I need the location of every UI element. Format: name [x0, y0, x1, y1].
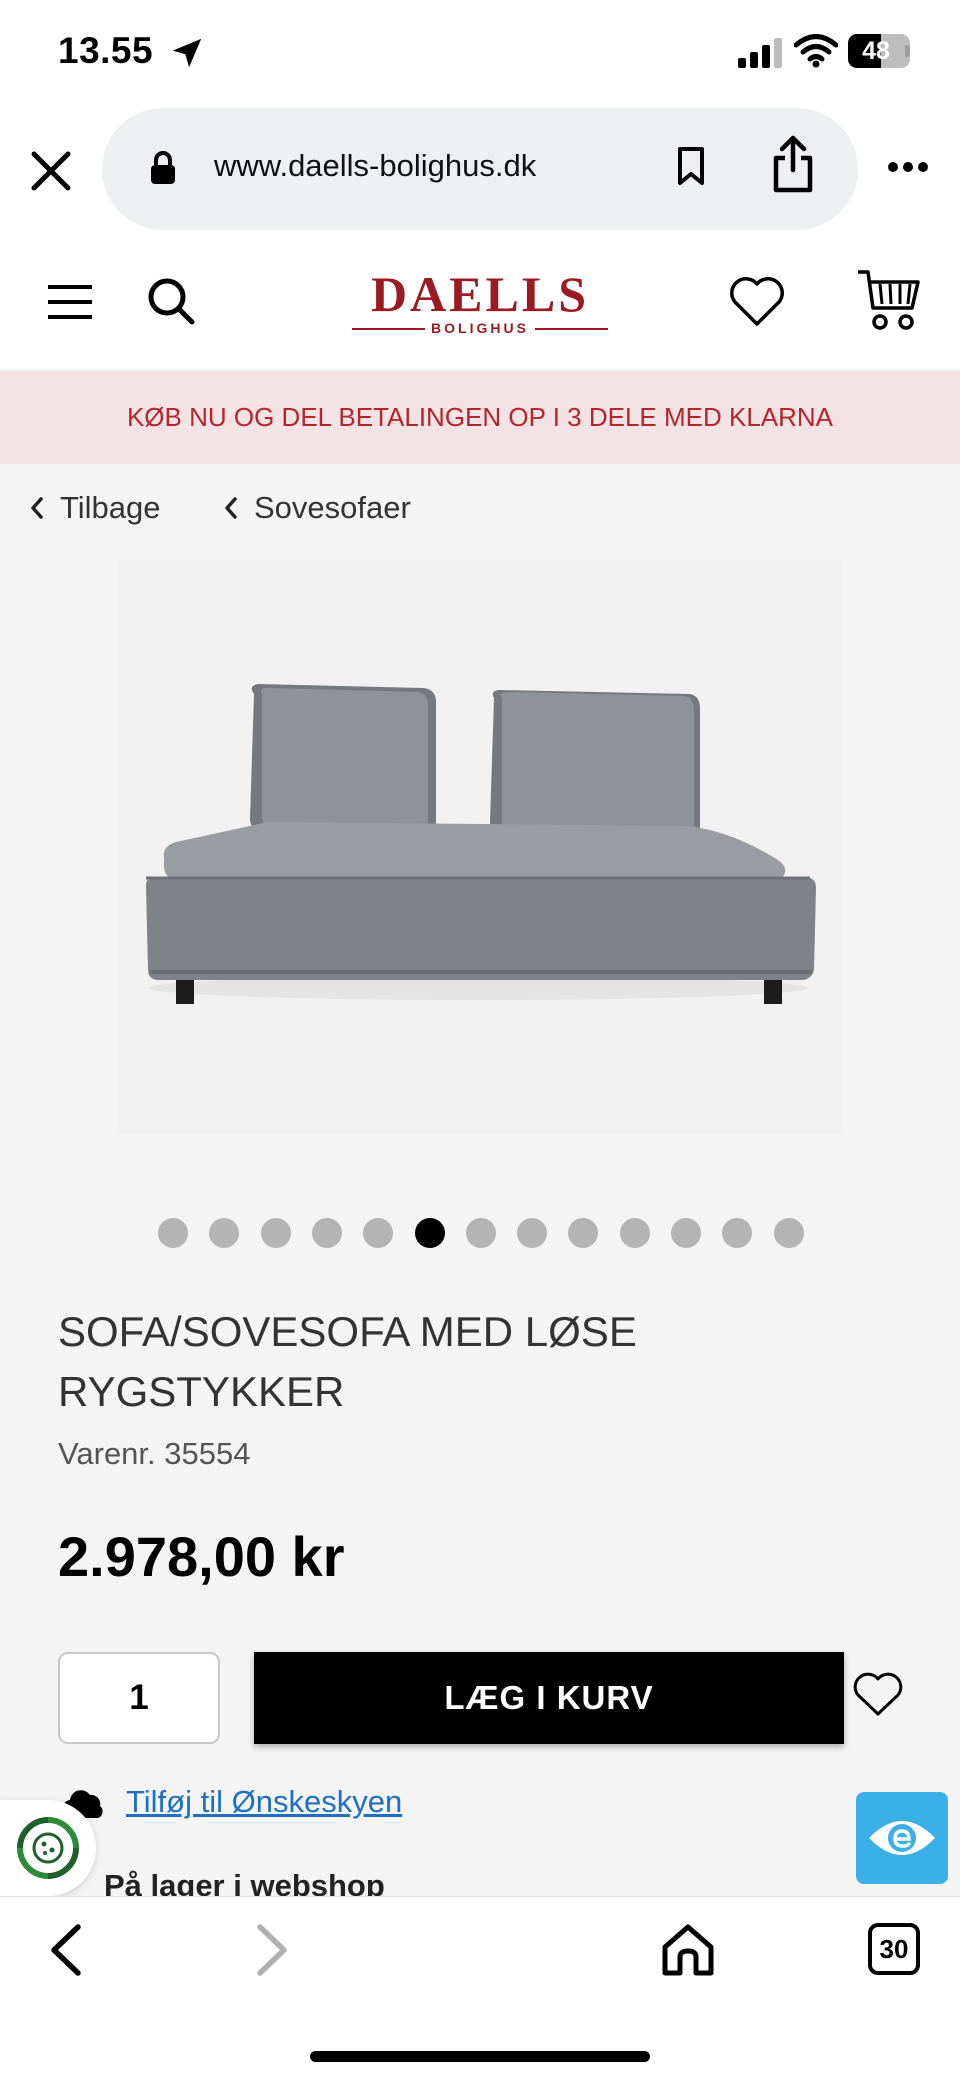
carousel-dot[interactable] [568, 1218, 599, 1248]
status-time: 13.55 [58, 30, 154, 71]
browser-toolbar: 30 [0, 1896, 960, 2078]
eye-icon [869, 1821, 935, 1855]
wishlist-link[interactable]: Tilføj til Ønskeskyen [126, 1784, 402, 1820]
carousel-dot[interactable] [311, 1218, 342, 1248]
address-bar[interactable]: www.daells-bolighus.dk [102, 108, 858, 230]
breadcrumb: Tilbage Sovesofaer [0, 464, 960, 560]
lock-icon [151, 151, 175, 184]
product-image[interactable] [118, 560, 842, 1134]
site-header: DAELLS BOLIGHUS [0, 244, 960, 370]
signal-icon [738, 38, 782, 68]
carousel-dot[interactable] [414, 1218, 445, 1248]
category-link-label: Sovesofaer [254, 490, 411, 525]
carousel-dot[interactable] [773, 1218, 804, 1248]
carousel-dot[interactable] [260, 1218, 291, 1248]
carousel-dot[interactable] [465, 1218, 496, 1248]
category-link[interactable]: Sovesofaer [222, 490, 411, 526]
back-link-label: Tilbage [60, 490, 161, 525]
product-sku: Varenr. 35554 [58, 1436, 251, 1471]
more-icon[interactable] [886, 160, 930, 174]
carousel-dot[interactable] [363, 1218, 394, 1248]
location-arrow-icon [172, 38, 202, 68]
url-text: www.daells-bolighus.dk [214, 148, 537, 183]
battery-percent: 48 [862, 37, 890, 65]
product-price: 2.978,00 kr [58, 1525, 345, 1588]
search-icon[interactable] [146, 276, 196, 326]
carousel-dot[interactable] [517, 1218, 548, 1248]
tabs-icon[interactable]: 30 [868, 1923, 920, 1975]
bookmark-icon[interactable] [676, 146, 706, 186]
carousel-dot[interactable] [671, 1218, 701, 1248]
add-to-cart-button[interactable]: LÆG I KURV [254, 1652, 844, 1744]
close-icon[interactable] [28, 148, 74, 194]
browser-address-area: www.daells-bolighus.dk [0, 104, 960, 244]
promo-banner[interactable]: KØB NU OG DEL BETALINGEN OP I 3 DELE MED… [0, 370, 960, 464]
sofa-illustration [118, 560, 842, 1134]
back-link[interactable]: Tilbage [28, 490, 161, 526]
cookie-consent-badge[interactable] [0, 1800, 96, 1896]
carousel-dot[interactable] [209, 1218, 240, 1248]
battery-icon: 48 [848, 34, 910, 68]
menu-icon[interactable] [48, 282, 92, 322]
back-icon[interactable] [44, 1921, 88, 1979]
product-title: SOFA/SOVESOFA MED LØSE RYGSTYKKER [58, 1308, 637, 1415]
chevron-left-icon [225, 497, 237, 519]
status-bar: 13.55 48 [0, 0, 960, 104]
cart-icon[interactable] [856, 268, 922, 332]
cookie-icon [17, 1817, 79, 1879]
image-carousel-dots [0, 1218, 960, 1252]
carousel-dot[interactable] [158, 1218, 188, 1248]
heart-icon[interactable] [728, 274, 786, 328]
quantity-input[interactable]: 1 [58, 1652, 220, 1744]
chevron-left-icon [31, 497, 43, 519]
carousel-dot[interactable] [722, 1218, 753, 1248]
wifi-icon [794, 34, 838, 68]
site-logo[interactable]: DAELLS BOLIGHUS [350, 266, 610, 338]
home-icon[interactable] [660, 1923, 716, 1977]
logo-main-text: DAELLS [370, 266, 590, 322]
carousel-dot[interactable] [619, 1218, 650, 1248]
logo-sub-text: BOLIGHUS [425, 318, 535, 338]
accessibility-widget[interactable] [856, 1792, 948, 1884]
forward-icon[interactable] [250, 1921, 294, 1979]
wishlist-heart-icon[interactable] [852, 1670, 904, 1718]
share-icon[interactable] [770, 134, 816, 194]
home-indicator [310, 2051, 650, 2062]
